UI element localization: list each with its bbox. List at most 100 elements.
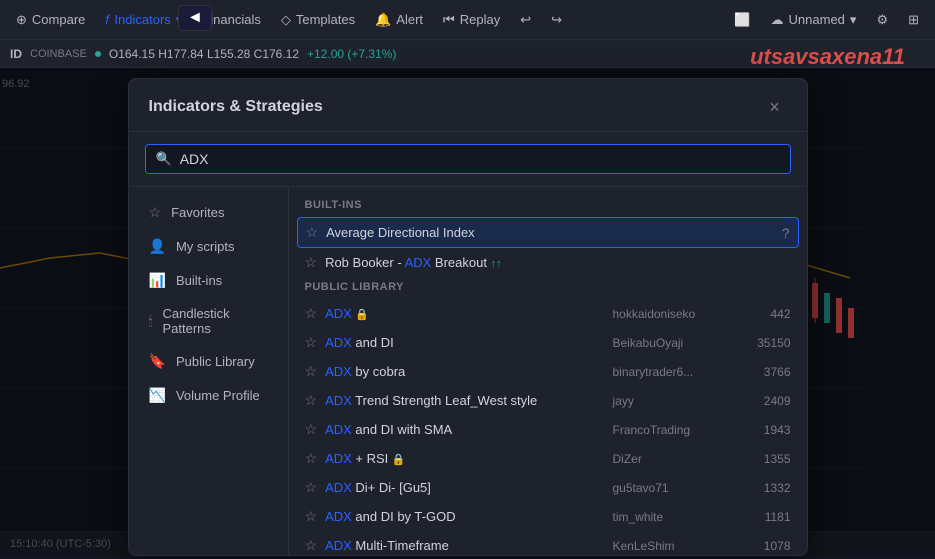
financials-button[interactable]: Financials: [194, 8, 269, 31]
result-count-pl-9: 1078: [741, 539, 791, 553]
nav-label-favorites: Favorites: [171, 205, 224, 220]
exchange: COINBASE: [30, 48, 87, 60]
question-icon: ?: [782, 225, 790, 241]
candlestick-icon: 🕯: [149, 313, 153, 330]
result-name-rob-booker: Rob Booker - ADX Breakout ↑↑: [325, 255, 790, 270]
cloud-icon: ☁: [771, 12, 784, 28]
undo-icon: ↩: [520, 12, 531, 28]
layout-icon: ⊞: [908, 12, 919, 28]
result-item-pl-1[interactable]: ☆ ADX 🔒 hokkaidoniseko 442: [289, 299, 807, 328]
result-author-pl-8: tim_white: [613, 510, 733, 524]
volume-icon: 📉: [149, 387, 166, 404]
search-input[interactable]: [180, 151, 780, 167]
result-item-rob-booker[interactable]: ☆ Rob Booker - ADX Breakout ↑↑: [289, 248, 807, 277]
result-count-pl-5: 1943: [741, 423, 791, 437]
result-count-pl-4: 2409: [741, 394, 791, 408]
fullscreen-icon: ⬜: [734, 12, 750, 28]
fullscreen-button[interactable]: ⬜: [726, 8, 758, 32]
gear-icon: ⚙: [876, 12, 888, 28]
star-icon: ☆: [305, 305, 318, 322]
result-item-pl-3[interactable]: ☆ ADX by cobra binarytrader6... 3766: [289, 357, 807, 386]
result-name-pl-8: ADX and DI by T-GOD: [325, 509, 604, 524]
result-name-pl-3: ADX by cobra: [325, 364, 604, 379]
result-name-pl-4: ADX Trend Strength Leaf_West style: [325, 393, 604, 408]
result-author-pl-1: hokkaidoniseko: [613, 307, 733, 321]
alert-icon: 🔔: [375, 12, 391, 28]
modal-header: Indicators & Strategies ×: [129, 79, 807, 132]
result-author-pl-9: KenLeShim: [613, 539, 733, 553]
star-icon: ☆: [305, 254, 318, 271]
result-name-pl-7: ADX Di+ Di- [Gu5]: [325, 480, 604, 495]
price-ohlc: O164.15 H177.84 L155.28 C176.12: [109, 47, 299, 61]
result-item-pl-7[interactable]: ☆ ADX Di+ Di- [Gu5] gu5tavo71 1332: [289, 473, 807, 502]
nav-item-my-scripts[interactable]: 👤 My scripts: [133, 230, 284, 263]
star-icon: ☆: [305, 450, 318, 467]
nav-label-candlestick: Candlestick Patterns: [162, 306, 267, 336]
result-name-pl-2: ADX and DI: [325, 335, 604, 350]
alert-button[interactable]: 🔔 Alert: [367, 8, 431, 32]
nav-item-favorites[interactable]: ☆ Favorites: [133, 196, 284, 229]
templates-icon: ◇: [281, 12, 291, 28]
star-icon: ☆: [306, 224, 319, 241]
result-author-pl-6: DiZer: [613, 452, 733, 466]
modal-close-button[interactable]: ×: [763, 95, 787, 119]
search-section: 🔍: [129, 132, 807, 187]
redo-icon: ↪: [551, 12, 562, 28]
templates-button[interactable]: ◇ Templates: [273, 8, 363, 32]
layout-button[interactable]: ⊞: [900, 8, 927, 32]
search-input-wrap[interactable]: 🔍: [145, 144, 791, 174]
search-icon: 🔍: [156, 151, 172, 167]
result-item-adi[interactable]: ☆ Average Directional Index ?: [297, 217, 799, 248]
watermark: utsavsaxena11: [750, 44, 905, 70]
result-name-pl-1: ADX 🔒: [325, 306, 604, 321]
redo-button[interactable]: ↪: [543, 8, 570, 32]
compare-icon: ⊕: [16, 12, 27, 28]
result-count-pl-7: 1332: [741, 481, 791, 495]
nav-item-built-ins[interactable]: 📊 Built-ins: [133, 264, 284, 297]
cloud-save-button[interactable]: ☁ Unnamed ▾: [763, 8, 865, 32]
result-item-pl-6[interactable]: ☆ ADX + RSI 🔒 DiZer 1355: [289, 444, 807, 473]
result-item-pl-4[interactable]: ☆ ADX Trend Strength Leaf_West style jay…: [289, 386, 807, 415]
nav-label-volume-profile: Volume Profile: [176, 388, 260, 403]
result-count-pl-2: 35150: [741, 336, 791, 350]
result-count-pl-8: 1181: [741, 510, 791, 524]
nav-item-volume-profile[interactable]: 📉 Volume Profile: [133, 379, 284, 412]
result-name-adi: Average Directional Index: [326, 225, 774, 240]
star-icon: ☆: [305, 537, 318, 554]
replay-icon: ⏮: [443, 12, 455, 28]
modal-overlay: Indicators & Strategies × 🔍 ☆ Favorites …: [0, 68, 935, 556]
star-icon: ☆: [305, 363, 318, 380]
modal-title: Indicators & Strategies: [149, 98, 323, 116]
indicators-button[interactable]: 𝑓 Indicators ▾: [97, 8, 190, 32]
price-status-dot: [95, 51, 101, 57]
result-count-pl-3: 3766: [741, 365, 791, 379]
modal-nav: ☆ Favorites 👤 My scripts 📊 Built-ins 🕯 C…: [129, 187, 289, 555]
nav-item-candlestick[interactable]: 🕯 Candlestick Patterns: [133, 298, 284, 344]
result-author-pl-4: jayy: [613, 394, 733, 408]
result-name-pl-9: ADX Multi-Timeframe: [325, 538, 604, 553]
result-author-pl-2: BeikabuOyaji: [613, 336, 733, 350]
nav-item-public-library[interactable]: 🔖 Public Library: [133, 345, 284, 378]
result-item-pl-8[interactable]: ☆ ADX and DI by T-GOD tim_white 1181: [289, 502, 807, 531]
result-name-pl-6: ADX + RSI 🔒: [325, 451, 604, 466]
result-count-pl-1: 442: [741, 307, 791, 321]
price-change: +12.00 (+7.31%): [307, 47, 396, 61]
compare-button[interactable]: ⊕ Compare: [8, 8, 93, 32]
star-icon: ☆: [149, 204, 162, 221]
result-item-pl-9[interactable]: ☆ ADX Multi-Timeframe KenLeShim 1078: [289, 531, 807, 555]
results-area: BUILT-INS ☆ Average Directional Index ? …: [289, 187, 807, 555]
result-item-pl-2[interactable]: ☆ ADX and DI BeikabuOyaji 35150: [289, 328, 807, 357]
built-ins-section-label: BUILT-INS: [289, 195, 807, 217]
bookmark-icon: 🔖: [149, 353, 166, 370]
settings-button[interactable]: ⚙: [868, 8, 896, 32]
main-toolbar: ⊕ Compare 𝑓 Indicators ▾ Financials ◇ Te…: [0, 0, 935, 40]
result-author-pl-7: gu5tavo71: [613, 481, 733, 495]
public-library-section-label: PUBLIC LIBRARY: [289, 277, 807, 299]
result-count-pl-6: 1355: [741, 452, 791, 466]
undo-button[interactable]: ↩: [512, 8, 539, 32]
indicators-icon: 𝑓: [105, 12, 109, 28]
result-item-pl-5[interactable]: ☆ ADX and DI with SMA FrancoTrading 1943: [289, 415, 807, 444]
result-name-pl-5: ADX and DI with SMA: [325, 422, 604, 437]
replay-button[interactable]: ⏮ Replay: [435, 8, 508, 32]
star-icon: ☆: [305, 334, 318, 351]
